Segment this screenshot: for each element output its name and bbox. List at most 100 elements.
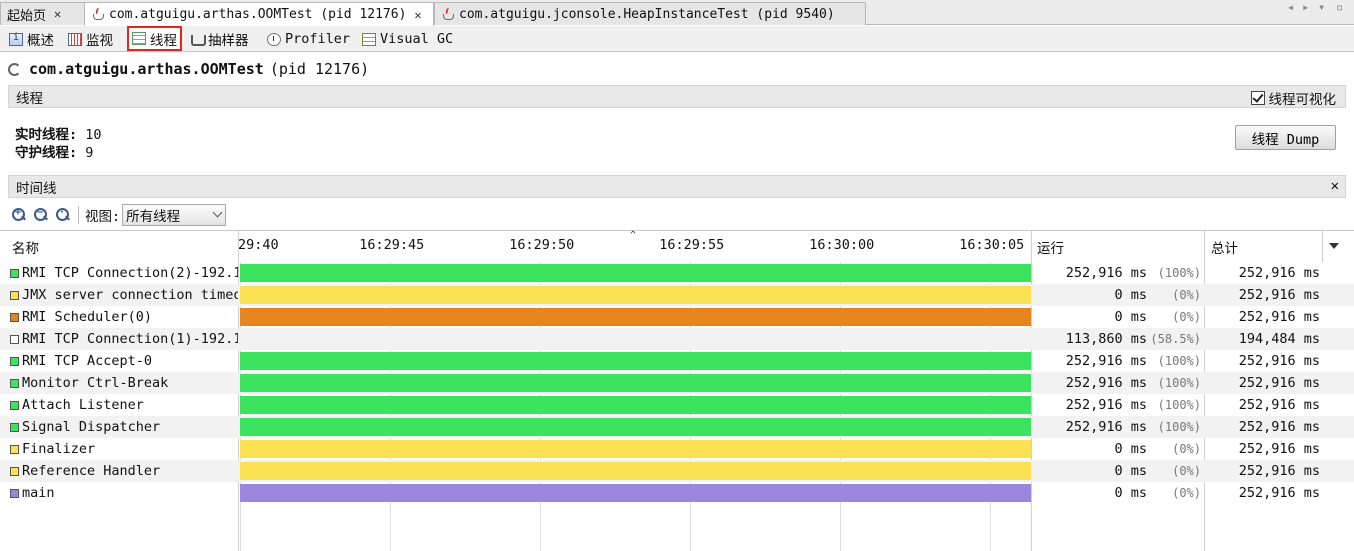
- tab-heapinstancetest[interactable]: com.atguigu.jconsole.HeapInstanceTest (p…: [434, 2, 866, 25]
- table-row[interactable]: JMX server connection timeout 18 0 ms (0%)…: [0, 284, 1354, 306]
- running-percent: (58.5%): [1150, 332, 1201, 346]
- zoom-in-icon[interactable]: +: [11, 207, 27, 223]
- thread-name: RMI TCP Connection(1)-192.168.1.1: [22, 331, 238, 347]
- column-header-running[interactable]: 运行: [1037, 231, 1064, 262]
- thread-name: Signal Dispatcher: [22, 419, 161, 435]
- tab-sampler[interactable]: 抽样器: [187, 28, 252, 50]
- thread-name-cell: RMI TCP Accept-0: [10, 350, 238, 372]
- running-time-cell: 252,916 ms (100%): [1032, 350, 1204, 372]
- column-header-total[interactable]: 总计: [1211, 231, 1238, 262]
- total-time: 252,916 ms: [1238, 441, 1320, 457]
- thread-name-cell: JMX server connection timeout 18: [10, 284, 238, 306]
- thread-state-icon: [10, 334, 19, 344]
- column-header-name[interactable]: 名称: [12, 231, 39, 262]
- thread-name-cell: RMI TCP Connection(2)-192.168.1.1: [10, 262, 238, 284]
- table-row[interactable]: RMI TCP Accept-0 252,916 ms (100%) 252,916 …: [0, 350, 1354, 372]
- running-percent: (0%): [1172, 464, 1201, 478]
- time-tick-label: 29:40: [238, 237, 279, 253]
- thread-name-cell: Attach Listener: [10, 394, 238, 416]
- running-percent: (100%): [1157, 266, 1201, 280]
- daemon-threads-value: 9: [85, 145, 94, 161]
- live-threads-value: 10: [85, 127, 102, 143]
- maximize-icon[interactable]: ▫: [1336, 0, 1343, 14]
- tab-threads[interactable]: 线程: [127, 26, 182, 51]
- running-time: 252,916 ms: [1065, 353, 1147, 369]
- thread-name-cell: RMI TCP Connection(1)-192.168.1.1: [10, 328, 238, 350]
- zoom-out-icon[interactable]: −: [33, 207, 49, 223]
- total-time: 252,916 ms: [1238, 287, 1320, 303]
- thread-state-bar: [240, 462, 1031, 480]
- view-select[interactable]: 所有线程: [122, 204, 227, 226]
- running-time: 0 ms: [1114, 309, 1147, 325]
- close-icon[interactable]: ✕: [54, 7, 61, 21]
- table-row[interactable]: main 0 ms (0%) 252,916 ms: [0, 482, 1354, 504]
- running-time-cell: 0 ms (0%): [1032, 438, 1204, 460]
- time-tick-label: 16:30:05: [959, 237, 1025, 253]
- running-time: 0 ms: [1114, 485, 1147, 501]
- time-tick-label: 16:29:55: [659, 237, 725, 253]
- table-row[interactable]: Signal Dispatcher 252,916 ms (100%) 252,916…: [0, 416, 1354, 438]
- close-icon[interactable]: ✕: [414, 8, 421, 22]
- tab-visual-gc-label: Visual GC: [380, 31, 454, 47]
- thread-name: Finalizer: [22, 441, 96, 457]
- threads-panel-header: 线程 线程可视化: [8, 85, 1346, 108]
- tab-overview[interactable]: 概述: [6, 28, 57, 50]
- thread-name: main: [22, 485, 55, 501]
- overview-icon: [9, 32, 23, 46]
- table-row[interactable]: RMI TCP Connection(2)-192.168.1.1 252,916…: [0, 262, 1354, 284]
- thread-dump-button[interactable]: 线程 Dump: [1235, 125, 1336, 150]
- table-row[interactable]: Monitor Ctrl-Break 252,916 ms (100%) 252,91…: [0, 372, 1354, 394]
- running-time-cell: 252,916 ms (100%): [1032, 262, 1204, 284]
- zoom-fit-icon[interactable]: ·: [55, 207, 71, 223]
- thread-timeline-table: 名称 29:40 16:29:45 16:29:50 16:29:55 16:30:00…: [0, 230, 1354, 551]
- thread-state-icon: [10, 356, 19, 366]
- table-row[interactable]: Attach Listener 252,916 ms (100%) 252,916 m…: [0, 394, 1354, 416]
- tab-monitor[interactable]: 监视: [65, 28, 116, 50]
- thread-name: Monitor Ctrl-Break: [22, 375, 169, 391]
- daemon-threads-label: 守护线程:: [15, 145, 78, 161]
- total-time: 252,916 ms: [1238, 419, 1320, 435]
- running-percent: (0%): [1172, 442, 1201, 456]
- running-time-cell: 252,916 ms (100%): [1032, 416, 1204, 438]
- thread-state-bar: [240, 418, 1031, 436]
- tab-list-icon[interactable]: ▾: [1318, 0, 1325, 14]
- running-time-cell: 0 ms (0%): [1032, 284, 1204, 306]
- running-time-cell: 252,916 ms (100%): [1032, 372, 1204, 394]
- checkbox-checked-icon[interactable]: [1250, 91, 1265, 105]
- threads-panel-title: 线程: [16, 90, 43, 107]
- app-name: com.atguigu.arthas.OOMTest: [29, 60, 264, 78]
- view-select-value: 所有线程: [126, 209, 181, 225]
- running-time: 252,916 ms: [1065, 397, 1147, 413]
- thread-state-icon: [10, 444, 19, 454]
- thread-state-icon: [10, 378, 19, 388]
- total-time: 252,916 ms: [1238, 375, 1320, 391]
- scroll-right-icon[interactable]: ▸: [1302, 0, 1309, 14]
- thread-state-bar: [240, 484, 1031, 502]
- threads-icon: [132, 32, 146, 45]
- tab-start-page[interactable]: 起始页 ✕: [0, 2, 85, 25]
- thread-state-icon: [10, 466, 19, 476]
- table-row[interactable]: RMI Scheduler(0) 0 ms (0%) 252,916 ms: [0, 306, 1354, 328]
- table-row[interactable]: Reference Handler 0 ms (0%) 252,916 ms: [0, 460, 1354, 482]
- tab-profiler[interactable]: Profiler: [264, 28, 353, 50]
- scroll-left-icon[interactable]: ◂: [1287, 0, 1294, 14]
- running-time: 113,860 ms: [1065, 331, 1147, 347]
- close-icon[interactable]: ✕: [1331, 178, 1339, 194]
- thread-state-icon: [10, 312, 19, 322]
- thread-state-icon: [10, 290, 19, 300]
- visualize-threads-checkbox[interactable]: 线程可视化: [1250, 88, 1336, 108]
- tab-oomtest[interactable]: com.atguigu.arthas.OOMTest (pid 12176) ✕: [84, 2, 434, 26]
- thread-name: RMI Scheduler(0): [22, 309, 153, 325]
- thread-name-cell: Monitor Ctrl-Break: [10, 372, 238, 394]
- running-percent: (100%): [1157, 420, 1201, 434]
- time-tick-label: 16:30:00: [809, 237, 875, 253]
- table-row[interactable]: Finalizer 0 ms (0%) 252,916 ms: [0, 438, 1354, 460]
- thread-state-bar: [240, 286, 1031, 304]
- tab-visual-gc[interactable]: Visual GC: [359, 28, 456, 50]
- column-menu-icon[interactable]: [1329, 243, 1339, 249]
- running-time-cell: 0 ms (0%): [1032, 482, 1204, 504]
- table-row[interactable]: RMI TCP Connection(1)-192.168.1.1 113,860…: [0, 328, 1354, 350]
- page-title: com.atguigu.arthas.OOMTest (pid 12176): [8, 60, 369, 78]
- app-pid: (pid 12176): [269, 60, 370, 78]
- total-time: 252,916 ms: [1238, 309, 1320, 325]
